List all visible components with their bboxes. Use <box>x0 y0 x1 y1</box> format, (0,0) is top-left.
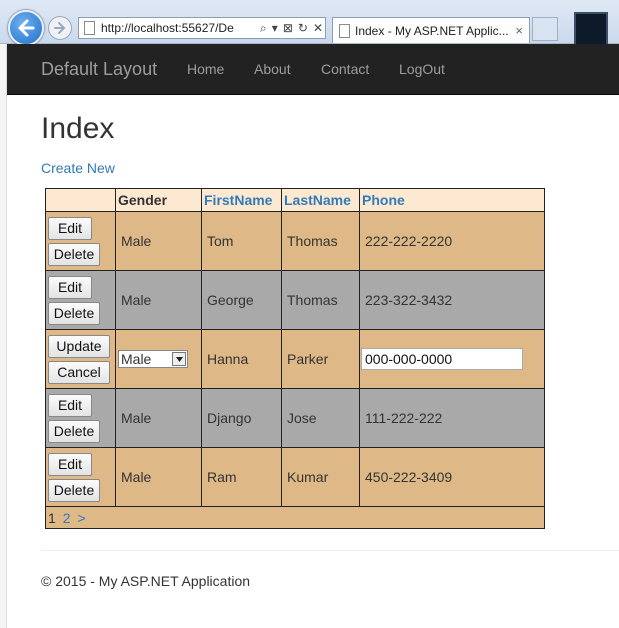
firstname-cell: Django <box>201 388 282 448</box>
lastname-cell: Kumar <box>281 447 360 507</box>
new-tab-button[interactable] <box>532 17 558 41</box>
window-thumbnail <box>574 12 608 46</box>
firstname-cell: George <box>201 270 282 330</box>
tab-close-icon[interactable]: × <box>515 18 523 44</box>
pager-current-page: 1 <box>48 509 56 526</box>
phone-cell: 000-000-0000 <box>359 329 545 389</box>
firstname-cell: Tom <box>201 211 282 271</box>
back-arrow-icon <box>18 19 35 37</box>
gender-select-value: Male <box>121 351 152 367</box>
actions-cell: Edit Delete <box>45 211 116 271</box>
table-row: Edit Delete Male Ram Kumar 450-222-3409 <box>45 447 545 507</box>
phone-cell: 111-222-222 <box>359 388 545 448</box>
nav-link-home[interactable]: Home <box>187 44 224 95</box>
cancel-button[interactable]: Cancel <box>48 360 110 384</box>
firstname-cell: Ram <box>201 447 282 507</box>
gender-cell: Male <box>115 270 202 330</box>
forward-arrow-icon <box>54 22 66 34</box>
address-url: http://localhost:55627/De <box>101 21 234 35</box>
edit-button[interactable]: Edit <box>48 393 92 417</box>
actions-cell: Edit Delete <box>45 388 116 448</box>
pager: 1 2 > <box>45 506 545 529</box>
header-firstname[interactable]: FirstName <box>201 188 282 212</box>
refresh-icon[interactable]: ↻ <box>298 18 308 38</box>
back-button[interactable] <box>8 10 44 46</box>
page-title: Index <box>41 112 115 145</box>
phone-cell: 223-322-3432 <box>359 270 545 330</box>
browser-tab[interactable]: Index - My ASP.NET Applic... × <box>332 17 530 43</box>
table-row: Edit Delete Male Django Jose 111-222-222 <box>45 388 545 448</box>
actions-cell: Update Cancel <box>45 329 116 389</box>
lastname-cell: Jose <box>281 388 360 448</box>
tab-page-icon <box>339 24 350 38</box>
browser-chrome: http://localhost:55627/De ⌕ ▾ ⊠ ↻ ✕ Inde… <box>0 0 619 46</box>
navbar-brand[interactable]: Default Layout <box>41 44 157 95</box>
chevron-down-icon[interactable] <box>172 352 186 366</box>
compat-view-icon[interactable]: ⊠ <box>283 18 293 38</box>
footer-divider <box>41 550 619 551</box>
lastname-cell: Thomas <box>281 270 360 330</box>
gender-select[interactable]: Male <box>118 350 188 368</box>
data-grid: Gender FirstName LastName Phone Edit Del… <box>45 188 545 529</box>
edit-button[interactable]: Edit <box>48 216 92 240</box>
pager-row: 1 2 > <box>45 506 545 529</box>
table-row: Edit Delete Male George Thomas 223-322-3… <box>45 270 545 330</box>
table-row: Edit Delete Male Tom Thomas 222-222-2220 <box>45 211 545 271</box>
phone-input[interactable]: 000-000-0000 <box>361 348 523 370</box>
table-row-editing: Update Cancel Male Hanna Parker 000-000-… <box>45 329 545 389</box>
grid-header-row: Gender FirstName LastName Phone <box>45 188 545 212</box>
actions-cell: Edit Delete <box>45 270 116 330</box>
lastname-cell: Thomas <box>281 211 360 271</box>
phone-cell: 222-222-2220 <box>359 211 545 271</box>
stop-icon[interactable]: ✕ <box>313 18 323 38</box>
pager-next[interactable]: > <box>77 510 85 526</box>
nav-link-logout[interactable]: LogOut <box>399 44 445 95</box>
pager-page-2[interactable]: 2 <box>63 510 71 526</box>
footer-text: © 2015 - My ASP.NET Application <box>41 573 251 589</box>
gender-cell: Male <box>115 329 202 389</box>
gender-cell: Male <box>115 447 202 507</box>
window-left-edge <box>0 44 7 628</box>
edit-button[interactable]: Edit <box>48 275 92 299</box>
delete-button[interactable]: Delete <box>48 478 100 502</box>
lastname-cell: Parker <box>281 329 360 389</box>
tab-title: Index - My ASP.NET Applic... <box>355 24 509 38</box>
navbar: Default Layout Home About Contact LogOut <box>7 44 619 95</box>
delete-button[interactable]: Delete <box>48 242 100 266</box>
edit-button[interactable]: Edit <box>48 452 92 476</box>
header-lastname[interactable]: LastName <box>281 188 360 212</box>
gender-cell: Male <box>115 211 202 271</box>
gender-cell: Male <box>115 388 202 448</box>
phone-cell: 450-222-3409 <box>359 447 545 507</box>
nav-link-about[interactable]: About <box>254 44 291 95</box>
page-icon <box>84 21 95 35</box>
address-tools: ⌕ ▾ ⊠ ↻ ✕ <box>256 18 323 38</box>
search-icon[interactable]: ⌕ <box>260 18 267 38</box>
delete-button[interactable]: Delete <box>48 301 100 325</box>
header-actions <box>45 188 116 212</box>
dropdown-icon[interactable]: ▾ <box>272 18 278 38</box>
forward-button[interactable] <box>48 16 72 40</box>
delete-button[interactable]: Delete <box>48 419 100 443</box>
header-gender: Gender <box>115 188 202 212</box>
header-phone[interactable]: Phone <box>359 188 545 212</box>
actions-cell: Edit Delete <box>45 447 116 507</box>
nav-link-contact[interactable]: Contact <box>321 44 369 95</box>
update-button[interactable]: Update <box>48 334 110 358</box>
address-bar[interactable]: http://localhost:55627/De ⌕ ▾ ⊠ ↻ ✕ <box>78 17 326 39</box>
firstname-cell: Hanna <box>201 329 282 389</box>
create-new-link[interactable]: Create New <box>41 160 115 176</box>
